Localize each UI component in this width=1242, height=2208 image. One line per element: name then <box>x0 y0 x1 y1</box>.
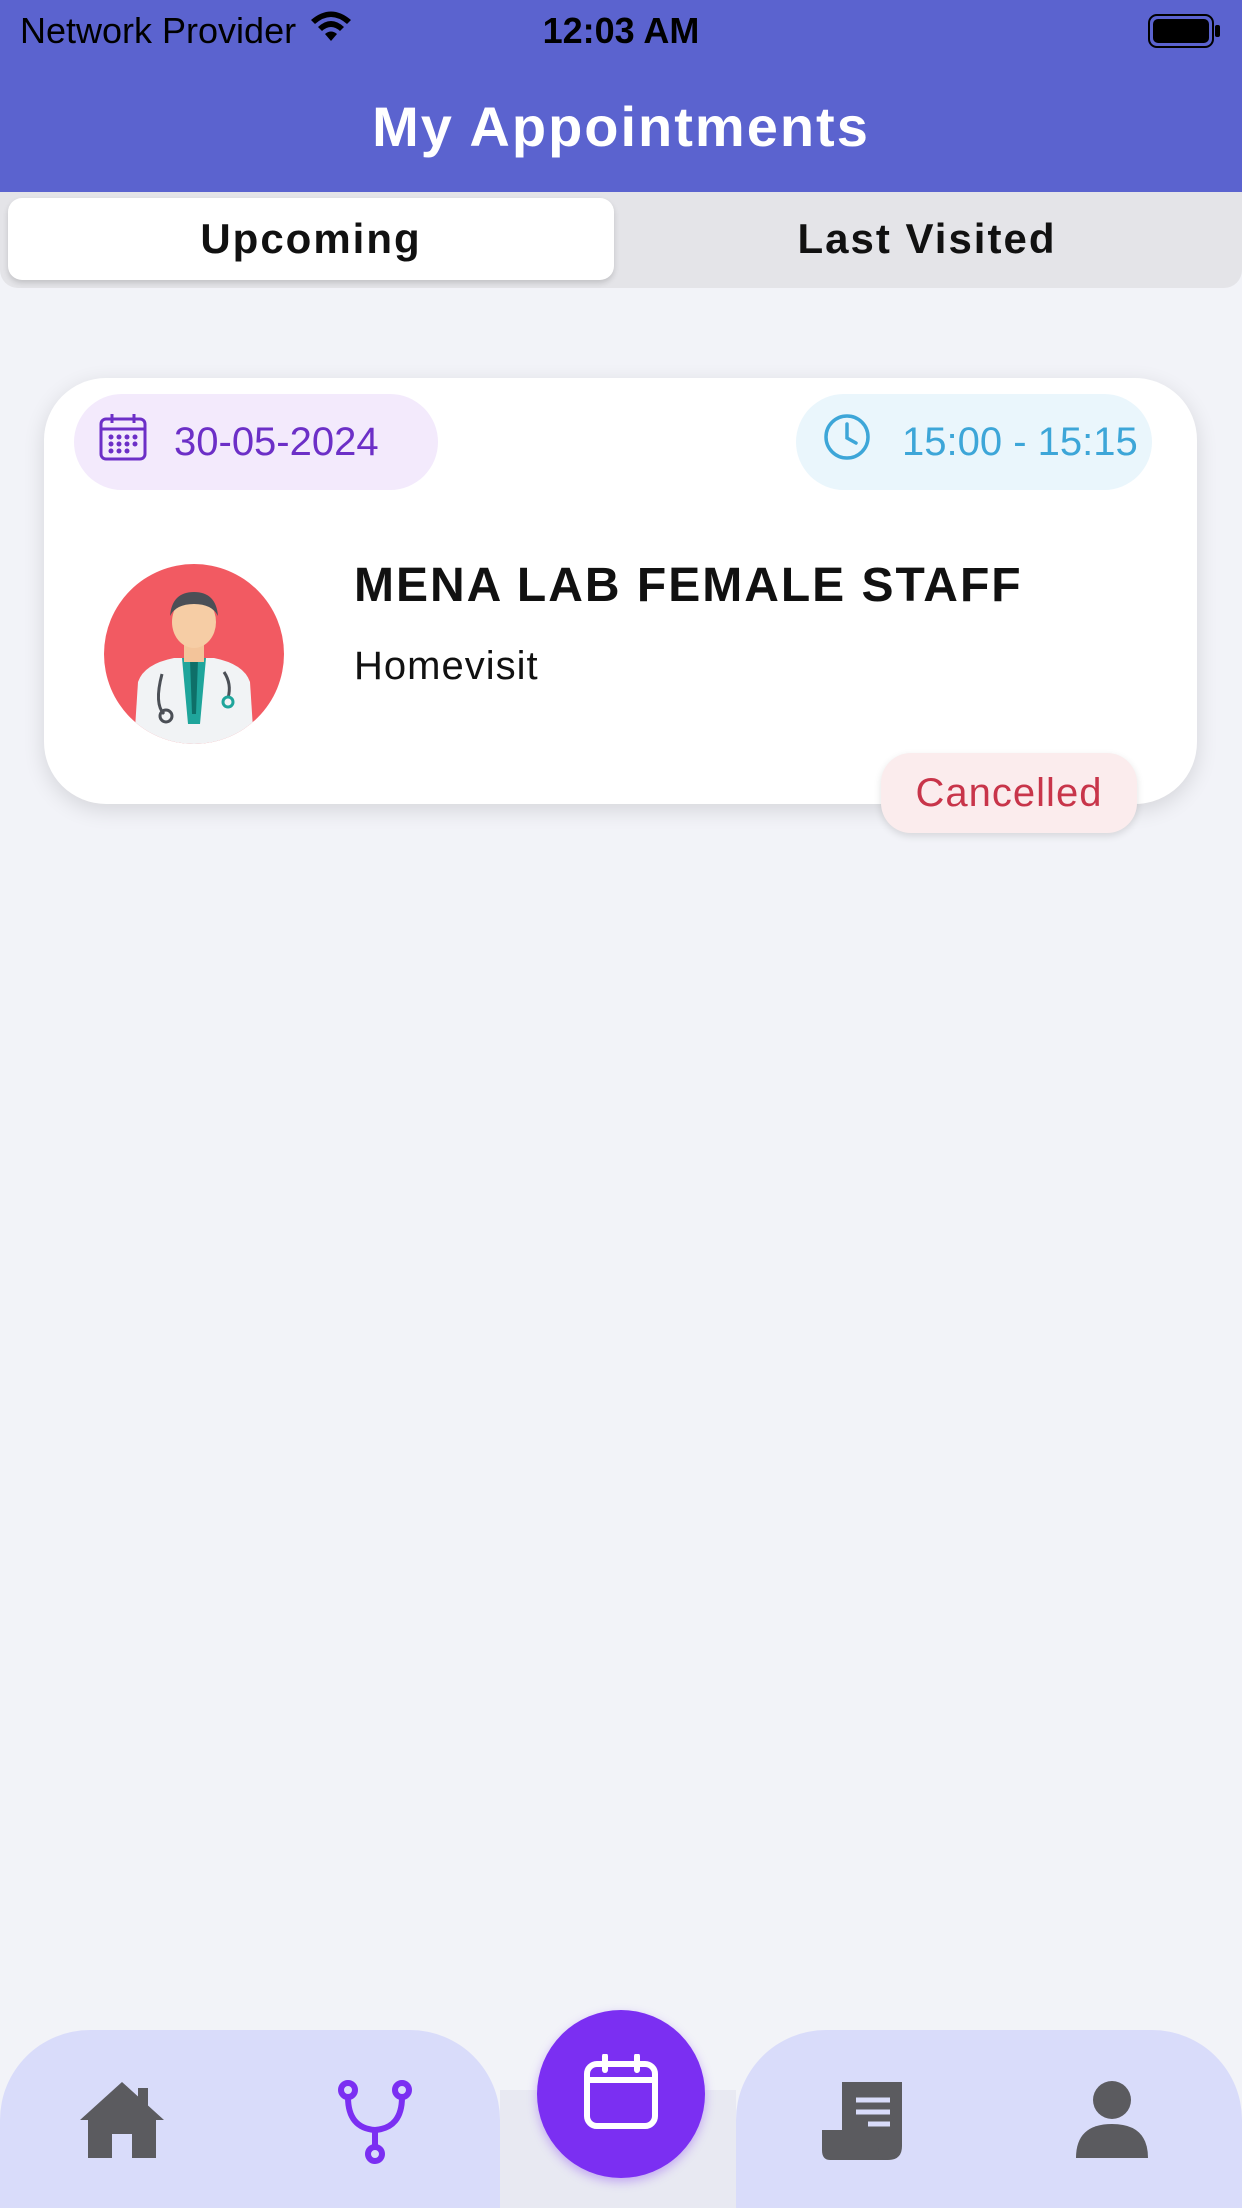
appointment-time: 15:00 - 15:15 <box>902 419 1138 464</box>
date-pill: 30-05-2024 <box>74 394 438 490</box>
calendar-icon <box>583 2052 659 2135</box>
time-pill: 15:00 - 15:15 <box>796 394 1152 490</box>
provider-name: MENA LAB FEMALE STAFF <box>354 559 1023 612</box>
receipt-icon[interactable] <box>818 2078 906 2162</box>
person-icon[interactable] <box>1074 2080 1150 2160</box>
tab-last-visited[interactable]: Last Visited <box>624 198 1230 280</box>
bottom-nav-left <box>0 2030 500 2208</box>
bottom-nav-right <box>736 2030 1242 2208</box>
battery-icon <box>1148 14 1222 57</box>
tab-upcoming[interactable]: Upcoming <box>8 198 614 280</box>
status-badge: Cancelled <box>881 753 1137 833</box>
doctor-avatar <box>104 564 284 744</box>
status-bar: Network Provider 12:03 AM <box>0 0 1242 62</box>
calendar-icon <box>98 412 148 472</box>
stethoscope-icon[interactable] <box>338 2080 412 2164</box>
appointment-date: 30-05-2024 <box>174 419 379 464</box>
page-title: My Appointments <box>372 95 870 158</box>
clock-icon <box>822 412 872 472</box>
appointment-card[interactable]: 30-05-2024 15:00 - 15:15 MENA LAB FEMALE… <box>44 378 1197 804</box>
appointments-nav-button[interactable] <box>537 2010 705 2178</box>
clock-time: 12:03 AM <box>542 10 700 51</box>
appointment-tabs: Upcoming Last Visited <box>0 192 1242 288</box>
visit-type: Homevisit <box>354 644 539 688</box>
home-icon[interactable] <box>76 2078 168 2162</box>
app-header: Network Provider 12:03 AM My Appointment… <box>0 0 1242 192</box>
